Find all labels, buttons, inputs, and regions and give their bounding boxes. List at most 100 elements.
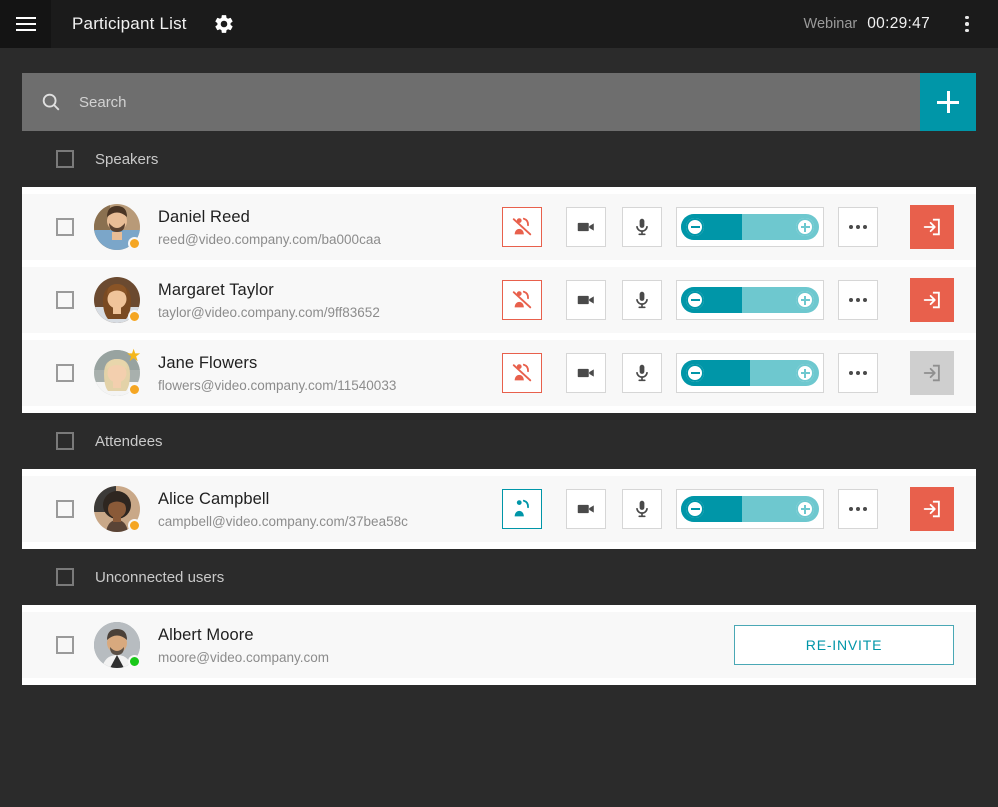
table-row[interactable]: Albert Moore moore@video.company.com RE-… (22, 612, 976, 678)
camera-button[interactable] (566, 207, 606, 247)
search-icon (42, 93, 60, 111)
row-actions (502, 489, 878, 529)
kebab-menu-icon (965, 22, 969, 26)
table-row[interactable]: Alice Campbell campbell@video.company.co… (22, 476, 976, 542)
volume-track[interactable] (681, 214, 819, 240)
search-input[interactable] (79, 93, 871, 111)
participant-info: Albert Moore moore@video.company.com (158, 626, 329, 665)
volume-track[interactable] (681, 496, 819, 522)
raise-hand-off-icon (512, 217, 532, 236)
kebab-menu-icon (965, 15, 969, 20)
more-options-button[interactable] (838, 280, 878, 320)
more-options-button[interactable] (838, 489, 878, 529)
volume-slider[interactable] (676, 489, 824, 529)
remove-participant-icon (923, 218, 940, 236)
section-title: Unconnected users (95, 568, 225, 586)
raise-hand-off-button[interactable] (502, 280, 542, 320)
more-options-icon (863, 298, 867, 302)
raise-hand-off-button[interactable] (502, 207, 542, 247)
more-options-icon (849, 225, 853, 229)
participant-name: Alice Campbell (158, 489, 270, 508)
microphone-button[interactable] (622, 207, 662, 247)
page-title: Participant List (72, 14, 187, 33)
remove-participant-icon (923, 291, 940, 309)
row-checkbox[interactable] (56, 218, 74, 236)
avatar (94, 277, 141, 323)
more-options-icon (849, 298, 853, 302)
participant-name: Margaret Taylor (158, 280, 274, 299)
plus-icon (937, 91, 959, 113)
section-title: Attendees (95, 432, 163, 450)
gear-icon (215, 15, 233, 33)
participant-email: flowers@video.company.com/11540033 (158, 377, 397, 393)
more-options-icon (856, 507, 860, 511)
row-actions (502, 280, 878, 320)
more-options-icon (849, 371, 853, 375)
section-checkbox-attendees[interactable] (56, 432, 74, 450)
more-options-icon (856, 225, 860, 229)
table-row[interactable]: ★ Jane Flowers flowers@video.company.com… (22, 340, 976, 406)
volume-slider[interactable] (676, 280, 824, 320)
row-checkbox[interactable] (56, 636, 74, 654)
video-camera-icon (577, 222, 594, 232)
section-header-attendees[interactable]: Attendees (0, 413, 998, 469)
hamburger-menu-button[interactable] (0, 0, 51, 48)
camera-button[interactable] (566, 489, 606, 529)
more-options-button[interactable] (838, 353, 878, 393)
participant-group-attendees: Alice Campbell campbell@video.company.co… (22, 469, 976, 549)
volume-minus-icon[interactable] (686, 218, 704, 236)
remove-participant-button[interactable] (910, 278, 954, 322)
camera-button[interactable] (566, 280, 606, 320)
volume-minus-icon[interactable] (686, 291, 704, 309)
raise-hand-off-button[interactable] (502, 353, 542, 393)
row-actions (502, 207, 878, 247)
table-row[interactable]: Daniel Reed reed@video.company.com/ba000… (22, 194, 976, 260)
participant-info: Alice Campbell campbell@video.company.co… (158, 490, 408, 529)
microphone-button[interactable] (622, 489, 662, 529)
microphone-icon (636, 218, 648, 236)
video-camera-icon (577, 295, 594, 305)
section-header-speakers[interactable]: Speakers (0, 131, 998, 187)
section-header-unconnected-users[interactable]: Unconnected users (0, 549, 998, 605)
section-checkbox-unconnected-users[interactable] (56, 568, 74, 586)
participant-name: Daniel Reed (158, 207, 250, 226)
top-app-bar: Participant List Webinar 00:29:47 (0, 0, 998, 48)
volume-minus-icon[interactable] (686, 500, 704, 518)
add-participant-button[interactable] (920, 73, 976, 131)
volume-slider[interactable] (676, 353, 824, 393)
search-field[interactable] (22, 73, 920, 131)
microphone-button[interactable] (622, 353, 662, 393)
re-invite-button[interactable]: RE-INVITE (734, 625, 954, 665)
remove-participant-button[interactable] (910, 205, 954, 249)
participant-name: Albert Moore (158, 625, 254, 644)
volume-plus-icon[interactable] (796, 291, 814, 309)
raise-hand-icon (514, 499, 529, 517)
volume-minus-icon[interactable] (686, 364, 704, 382)
participant-info: Daniel Reed reed@video.company.com/ba000… (158, 208, 381, 247)
raise-hand-off-icon (512, 290, 532, 309)
section-checkbox-speakers[interactable] (56, 150, 74, 168)
avatar (94, 622, 141, 668)
table-row[interactable]: Margaret Taylor taylor@video.company.com… (22, 267, 976, 333)
search-bar (22, 73, 976, 131)
section-title: Speakers (95, 150, 159, 168)
more-options-button[interactable] (838, 207, 878, 247)
microphone-button[interactable] (622, 280, 662, 320)
settings-button[interactable] (211, 11, 237, 37)
volume-plus-icon[interactable] (796, 218, 814, 236)
row-checkbox[interactable] (56, 291, 74, 309)
participant-name: Jane Flowers (158, 353, 258, 372)
avatar (94, 486, 141, 532)
volume-slider[interactable] (676, 207, 824, 247)
camera-button[interactable] (566, 353, 606, 393)
raise-hand-button[interactable] (502, 489, 542, 529)
row-checkbox[interactable] (56, 364, 74, 382)
remove-participant-button[interactable] (910, 487, 954, 531)
overflow-menu-button[interactable] (950, 7, 984, 41)
volume-track[interactable] (681, 360, 819, 386)
row-checkbox[interactable] (56, 500, 74, 518)
volume-track[interactable] (681, 287, 819, 313)
volume-plus-icon[interactable] (796, 500, 814, 518)
volume-plus-icon[interactable] (796, 364, 814, 382)
status-dot-online (128, 655, 141, 668)
